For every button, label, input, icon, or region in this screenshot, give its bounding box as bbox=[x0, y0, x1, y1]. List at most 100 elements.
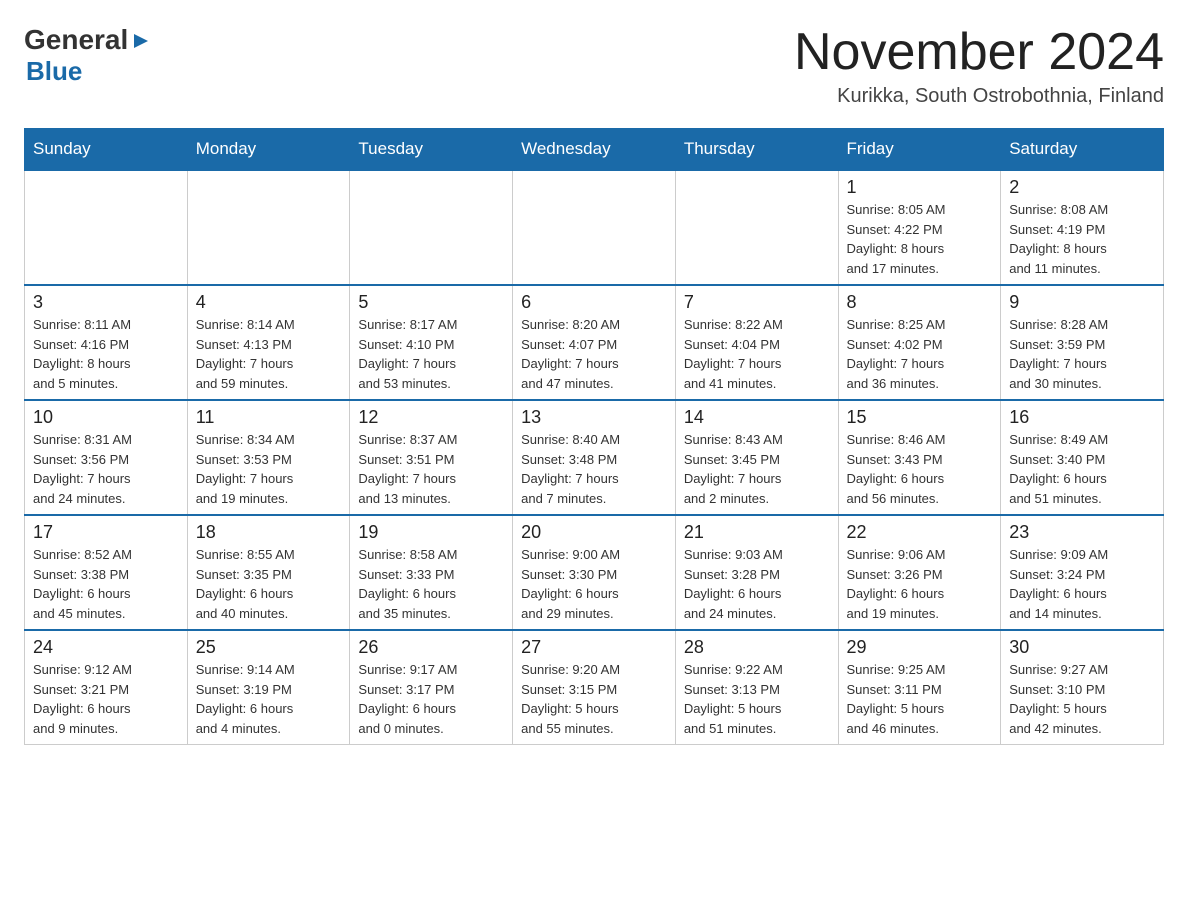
calendar-cell: 23Sunrise: 9:09 AM Sunset: 3:24 PM Dayli… bbox=[1001, 515, 1164, 630]
page-header: General Blue November 2024 Kurikka, Sout… bbox=[24, 24, 1164, 108]
calendar-cell: 10Sunrise: 8:31 AM Sunset: 3:56 PM Dayli… bbox=[25, 400, 188, 515]
logo: General Blue bbox=[24, 24, 152, 87]
header-tuesday: Tuesday bbox=[350, 129, 513, 171]
subtitle: Kurikka, South Ostrobothnia, Finland bbox=[794, 85, 1164, 108]
day-number: 15 bbox=[847, 407, 993, 428]
day-number: 3 bbox=[33, 292, 179, 313]
header-monday: Monday bbox=[187, 129, 350, 171]
day-number: 12 bbox=[358, 407, 504, 428]
day-info: Sunrise: 8:52 AM Sunset: 3:38 PM Dayligh… bbox=[33, 545, 179, 623]
day-info: Sunrise: 8:49 AM Sunset: 3:40 PM Dayligh… bbox=[1009, 430, 1155, 508]
day-info: Sunrise: 8:14 AM Sunset: 4:13 PM Dayligh… bbox=[196, 315, 342, 393]
day-number: 9 bbox=[1009, 292, 1155, 313]
calendar-cell: 26Sunrise: 9:17 AM Sunset: 3:17 PM Dayli… bbox=[350, 630, 513, 745]
calendar-week-row: 10Sunrise: 8:31 AM Sunset: 3:56 PM Dayli… bbox=[25, 400, 1164, 515]
calendar-cell: 17Sunrise: 8:52 AM Sunset: 3:38 PM Dayli… bbox=[25, 515, 188, 630]
day-info: Sunrise: 8:25 AM Sunset: 4:02 PM Dayligh… bbox=[847, 315, 993, 393]
day-number: 16 bbox=[1009, 407, 1155, 428]
calendar-week-row: 24Sunrise: 9:12 AM Sunset: 3:21 PM Dayli… bbox=[25, 630, 1164, 745]
day-info: Sunrise: 8:34 AM Sunset: 3:53 PM Dayligh… bbox=[196, 430, 342, 508]
day-number: 30 bbox=[1009, 637, 1155, 658]
header-saturday: Saturday bbox=[1001, 129, 1164, 171]
main-title: November 2024 bbox=[794, 24, 1164, 81]
calendar-cell: 2Sunrise: 8:08 AM Sunset: 4:19 PM Daylig… bbox=[1001, 170, 1164, 285]
calendar-cell: 25Sunrise: 9:14 AM Sunset: 3:19 PM Dayli… bbox=[187, 630, 350, 745]
day-info: Sunrise: 8:22 AM Sunset: 4:04 PM Dayligh… bbox=[684, 315, 830, 393]
day-info: Sunrise: 9:12 AM Sunset: 3:21 PM Dayligh… bbox=[33, 660, 179, 738]
header-wednesday: Wednesday bbox=[513, 129, 676, 171]
day-number: 6 bbox=[521, 292, 667, 313]
calendar-week-row: 17Sunrise: 8:52 AM Sunset: 3:38 PM Dayli… bbox=[25, 515, 1164, 630]
calendar-cell: 4Sunrise: 8:14 AM Sunset: 4:13 PM Daylig… bbox=[187, 285, 350, 400]
day-info: Sunrise: 8:31 AM Sunset: 3:56 PM Dayligh… bbox=[33, 430, 179, 508]
header-friday: Friday bbox=[838, 129, 1001, 171]
day-number: 20 bbox=[521, 522, 667, 543]
header-sunday: Sunday bbox=[25, 129, 188, 171]
day-info: Sunrise: 9:09 AM Sunset: 3:24 PM Dayligh… bbox=[1009, 545, 1155, 623]
calendar-cell: 13Sunrise: 8:40 AM Sunset: 3:48 PM Dayli… bbox=[513, 400, 676, 515]
day-info: Sunrise: 8:46 AM Sunset: 3:43 PM Dayligh… bbox=[847, 430, 993, 508]
day-number: 21 bbox=[684, 522, 830, 543]
day-info: Sunrise: 8:08 AM Sunset: 4:19 PM Dayligh… bbox=[1009, 200, 1155, 278]
day-number: 24 bbox=[33, 637, 179, 658]
day-number: 7 bbox=[684, 292, 830, 313]
calendar-cell: 3Sunrise: 8:11 AM Sunset: 4:16 PM Daylig… bbox=[25, 285, 188, 400]
header-thursday: Thursday bbox=[675, 129, 838, 171]
calendar-cell: 22Sunrise: 9:06 AM Sunset: 3:26 PM Dayli… bbox=[838, 515, 1001, 630]
day-info: Sunrise: 9:14 AM Sunset: 3:19 PM Dayligh… bbox=[196, 660, 342, 738]
title-section: November 2024 Kurikka, South Ostrobothni… bbox=[794, 24, 1164, 108]
day-info: Sunrise: 9:27 AM Sunset: 3:10 PM Dayligh… bbox=[1009, 660, 1155, 738]
day-number: 4 bbox=[196, 292, 342, 313]
calendar-cell: 27Sunrise: 9:20 AM Sunset: 3:15 PM Dayli… bbox=[513, 630, 676, 745]
calendar-cell: 18Sunrise: 8:55 AM Sunset: 3:35 PM Dayli… bbox=[187, 515, 350, 630]
calendar-cell: 7Sunrise: 8:22 AM Sunset: 4:04 PM Daylig… bbox=[675, 285, 838, 400]
logo-arrow-icon bbox=[130, 30, 152, 52]
calendar-cell: 12Sunrise: 8:37 AM Sunset: 3:51 PM Dayli… bbox=[350, 400, 513, 515]
day-info: Sunrise: 8:20 AM Sunset: 4:07 PM Dayligh… bbox=[521, 315, 667, 393]
day-number: 22 bbox=[847, 522, 993, 543]
calendar-cell: 29Sunrise: 9:25 AM Sunset: 3:11 PM Dayli… bbox=[838, 630, 1001, 745]
calendar-cell bbox=[187, 170, 350, 285]
day-number: 14 bbox=[684, 407, 830, 428]
day-info: Sunrise: 8:05 AM Sunset: 4:22 PM Dayligh… bbox=[847, 200, 993, 278]
calendar-cell: 16Sunrise: 8:49 AM Sunset: 3:40 PM Dayli… bbox=[1001, 400, 1164, 515]
calendar-cell: 30Sunrise: 9:27 AM Sunset: 3:10 PM Dayli… bbox=[1001, 630, 1164, 745]
day-number: 29 bbox=[847, 637, 993, 658]
day-number: 27 bbox=[521, 637, 667, 658]
calendar-cell: 5Sunrise: 8:17 AM Sunset: 4:10 PM Daylig… bbox=[350, 285, 513, 400]
logo-blue-text: Blue bbox=[26, 56, 82, 86]
day-info: Sunrise: 8:43 AM Sunset: 3:45 PM Dayligh… bbox=[684, 430, 830, 508]
calendar-header-row: Sunday Monday Tuesday Wednesday Thursday… bbox=[25, 129, 1164, 171]
calendar-cell bbox=[675, 170, 838, 285]
day-info: Sunrise: 9:25 AM Sunset: 3:11 PM Dayligh… bbox=[847, 660, 993, 738]
day-number: 18 bbox=[196, 522, 342, 543]
day-number: 19 bbox=[358, 522, 504, 543]
day-number: 26 bbox=[358, 637, 504, 658]
day-info: Sunrise: 8:11 AM Sunset: 4:16 PM Dayligh… bbox=[33, 315, 179, 393]
calendar-cell: 6Sunrise: 8:20 AM Sunset: 4:07 PM Daylig… bbox=[513, 285, 676, 400]
calendar-table: Sunday Monday Tuesday Wednesday Thursday… bbox=[24, 128, 1164, 745]
day-info: Sunrise: 8:17 AM Sunset: 4:10 PM Dayligh… bbox=[358, 315, 504, 393]
day-info: Sunrise: 9:22 AM Sunset: 3:13 PM Dayligh… bbox=[684, 660, 830, 738]
calendar-cell: 24Sunrise: 9:12 AM Sunset: 3:21 PM Dayli… bbox=[25, 630, 188, 745]
day-number: 13 bbox=[521, 407, 667, 428]
day-number: 25 bbox=[196, 637, 342, 658]
calendar-cell: 1Sunrise: 8:05 AM Sunset: 4:22 PM Daylig… bbox=[838, 170, 1001, 285]
day-number: 11 bbox=[196, 407, 342, 428]
day-info: Sunrise: 8:55 AM Sunset: 3:35 PM Dayligh… bbox=[196, 545, 342, 623]
calendar-cell: 28Sunrise: 9:22 AM Sunset: 3:13 PM Dayli… bbox=[675, 630, 838, 745]
day-info: Sunrise: 9:17 AM Sunset: 3:17 PM Dayligh… bbox=[358, 660, 504, 738]
calendar-cell: 14Sunrise: 8:43 AM Sunset: 3:45 PM Dayli… bbox=[675, 400, 838, 515]
day-number: 10 bbox=[33, 407, 179, 428]
day-info: Sunrise: 9:00 AM Sunset: 3:30 PM Dayligh… bbox=[521, 545, 667, 623]
calendar-week-row: 1Sunrise: 8:05 AM Sunset: 4:22 PM Daylig… bbox=[25, 170, 1164, 285]
day-number: 1 bbox=[847, 177, 993, 198]
day-info: Sunrise: 8:58 AM Sunset: 3:33 PM Dayligh… bbox=[358, 545, 504, 623]
calendar-cell: 20Sunrise: 9:00 AM Sunset: 3:30 PM Dayli… bbox=[513, 515, 676, 630]
day-number: 5 bbox=[358, 292, 504, 313]
day-number: 23 bbox=[1009, 522, 1155, 543]
calendar-cell bbox=[350, 170, 513, 285]
calendar-cell: 15Sunrise: 8:46 AM Sunset: 3:43 PM Dayli… bbox=[838, 400, 1001, 515]
calendar-cell bbox=[513, 170, 676, 285]
day-info: Sunrise: 9:06 AM Sunset: 3:26 PM Dayligh… bbox=[847, 545, 993, 623]
